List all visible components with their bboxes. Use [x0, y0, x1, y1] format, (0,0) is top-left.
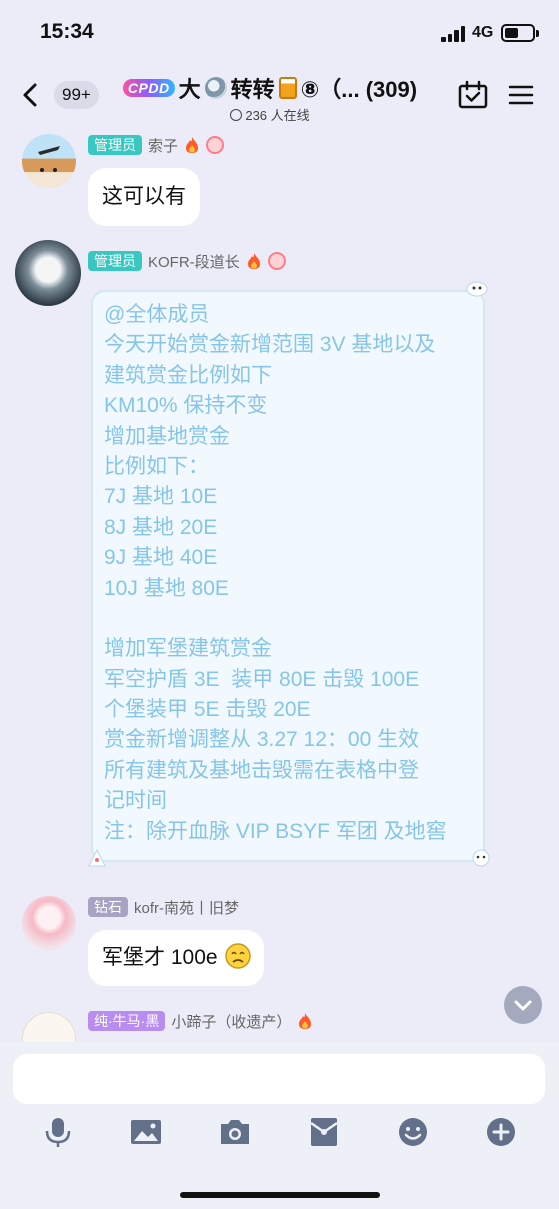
image-icon[interactable] [129, 1115, 163, 1149]
message-text: 军堡才 100e [102, 946, 218, 969]
chat-header: 99+ CPDD 大 转转 ⑧（... (309) 236 人在线 [0, 66, 559, 124]
avatar[interactable] [22, 1012, 76, 1042]
notice-line: 个堡装甲 5E 击毁 20E [104, 698, 311, 722]
online-count: 236 人在线 [245, 108, 310, 123]
notice-line: 所有建筑及基地击毁需在表格中登 [104, 758, 419, 782]
fire-icon [186, 137, 199, 153]
notice-line: 军空护盾 3E 装甲 80E 击毁 100E [104, 667, 420, 691]
message-bubble[interactable]: 这可以有 [88, 168, 200, 226]
notice-line: 赏金新增调整从 3.27 12：00 生效 [104, 728, 420, 752]
signal-icon [441, 26, 467, 42]
fire-icon [247, 253, 260, 269]
sender-name[interactable]: 索子 [148, 135, 178, 156]
group-logo: CPDD [122, 79, 175, 97]
notice-bubble[interactable]: @全体成员今天开始赏金新增范围 3V 基地以及 建筑赏金比例如下 KM10% 保持不… [88, 281, 490, 867]
role-tag: 管理员 [88, 135, 142, 155]
title-part-1: 大 [178, 77, 201, 102]
network-label: 4G [472, 24, 494, 41]
notice-line: 7J 基地 10E [104, 485, 218, 509]
corner-decoration-icon [88, 848, 106, 867]
message-input[interactable] [13, 1054, 545, 1104]
eye-emoji-icon [204, 77, 227, 99]
sender-name[interactable]: kofr-南苑丨旧梦 [134, 897, 239, 918]
camera-icon[interactable] [218, 1115, 252, 1149]
level-icon [206, 136, 225, 154]
notice-line [104, 604, 447, 634]
back-button[interactable]: 99+ [16, 78, 99, 112]
title-part-2: 转转 [230, 77, 275, 102]
status-time: 15:34 [40, 20, 94, 43]
avatar[interactable] [15, 240, 81, 306]
level-icon [267, 252, 286, 270]
beer-emoji-icon [278, 77, 297, 99]
notice-line: @全体成员 [104, 303, 210, 326]
scroll-to-bottom-button[interactable] [504, 986, 542, 1024]
notice-line: 增加军堡建筑赏金 [104, 637, 272, 661]
status-bar: 15:34 4G [0, 0, 559, 66]
red-packet-icon[interactable] [307, 1115, 341, 1149]
notice-line: 8J 基地 20E [104, 515, 218, 539]
battery-icon [501, 24, 539, 42]
role-tag: 管理员 [88, 251, 142, 271]
role-tag: 纯·牛马·黑 [88, 1011, 166, 1031]
input-area [0, 1042, 559, 1209]
calendar-check-icon[interactable] [458, 80, 488, 110]
avatar[interactable] [22, 896, 76, 950]
worried-emoji-icon [224, 943, 251, 969]
emoji-icon[interactable] [396, 1115, 430, 1149]
notice-line: KM10% 保持不变 [104, 394, 268, 418]
chevron-down-icon [514, 1000, 532, 1011]
notice-line: 注：除开血脉 VIP BSYF 军团 及地窖 [104, 819, 447, 843]
notice-line: 比例如下： [104, 454, 209, 478]
fire-icon [299, 1013, 312, 1029]
notice-line: 建筑赏金比例如下 [104, 363, 272, 387]
notice-text: @全体成员今天开始赏金新增范围 3V 基地以及 建筑赏金比例如下 KM10% 保持不… [104, 300, 447, 847]
notice-line: 记时间 [104, 789, 167, 813]
notice-line: 今天开始赏金新增范围 3V 基地以及 [104, 333, 436, 357]
microphone-icon[interactable] [41, 1115, 75, 1149]
corner-decoration-icon [466, 281, 488, 297]
title-part-3: ⑧（... (309) [300, 77, 418, 102]
menu-icon[interactable] [507, 80, 537, 110]
notice-line: 增加基地赏金 [104, 424, 230, 448]
corner-decoration-icon [472, 849, 490, 867]
chevron-left-icon [23, 83, 37, 107]
role-tag: 钻石 [88, 897, 128, 917]
message-bubble[interactable]: 军堡才 100e [88, 930, 264, 986]
notice-line: 10J 基地 80E [104, 576, 229, 600]
online-icon [230, 108, 243, 121]
plus-icon[interactable] [484, 1115, 518, 1149]
avatar[interactable] [22, 134, 76, 188]
home-indicator [180, 1192, 380, 1198]
unread-badge: 99+ [54, 81, 99, 109]
chat-list[interactable]: 管理员 索子 这可以有 管理员 KOFR-段道长 @全体成员今天开始赏金新增范围… [0, 124, 559, 1042]
notice-line: 9J 基地 40E [104, 546, 218, 570]
sender-name[interactable]: KOFR-段道长 [148, 251, 240, 272]
sender-name[interactable]: 小蹄子（收遗产） [171, 1011, 291, 1032]
group-title[interactable]: CPDD 大 转转 ⑧（... (309) 236 人在线 [105, 72, 435, 123]
